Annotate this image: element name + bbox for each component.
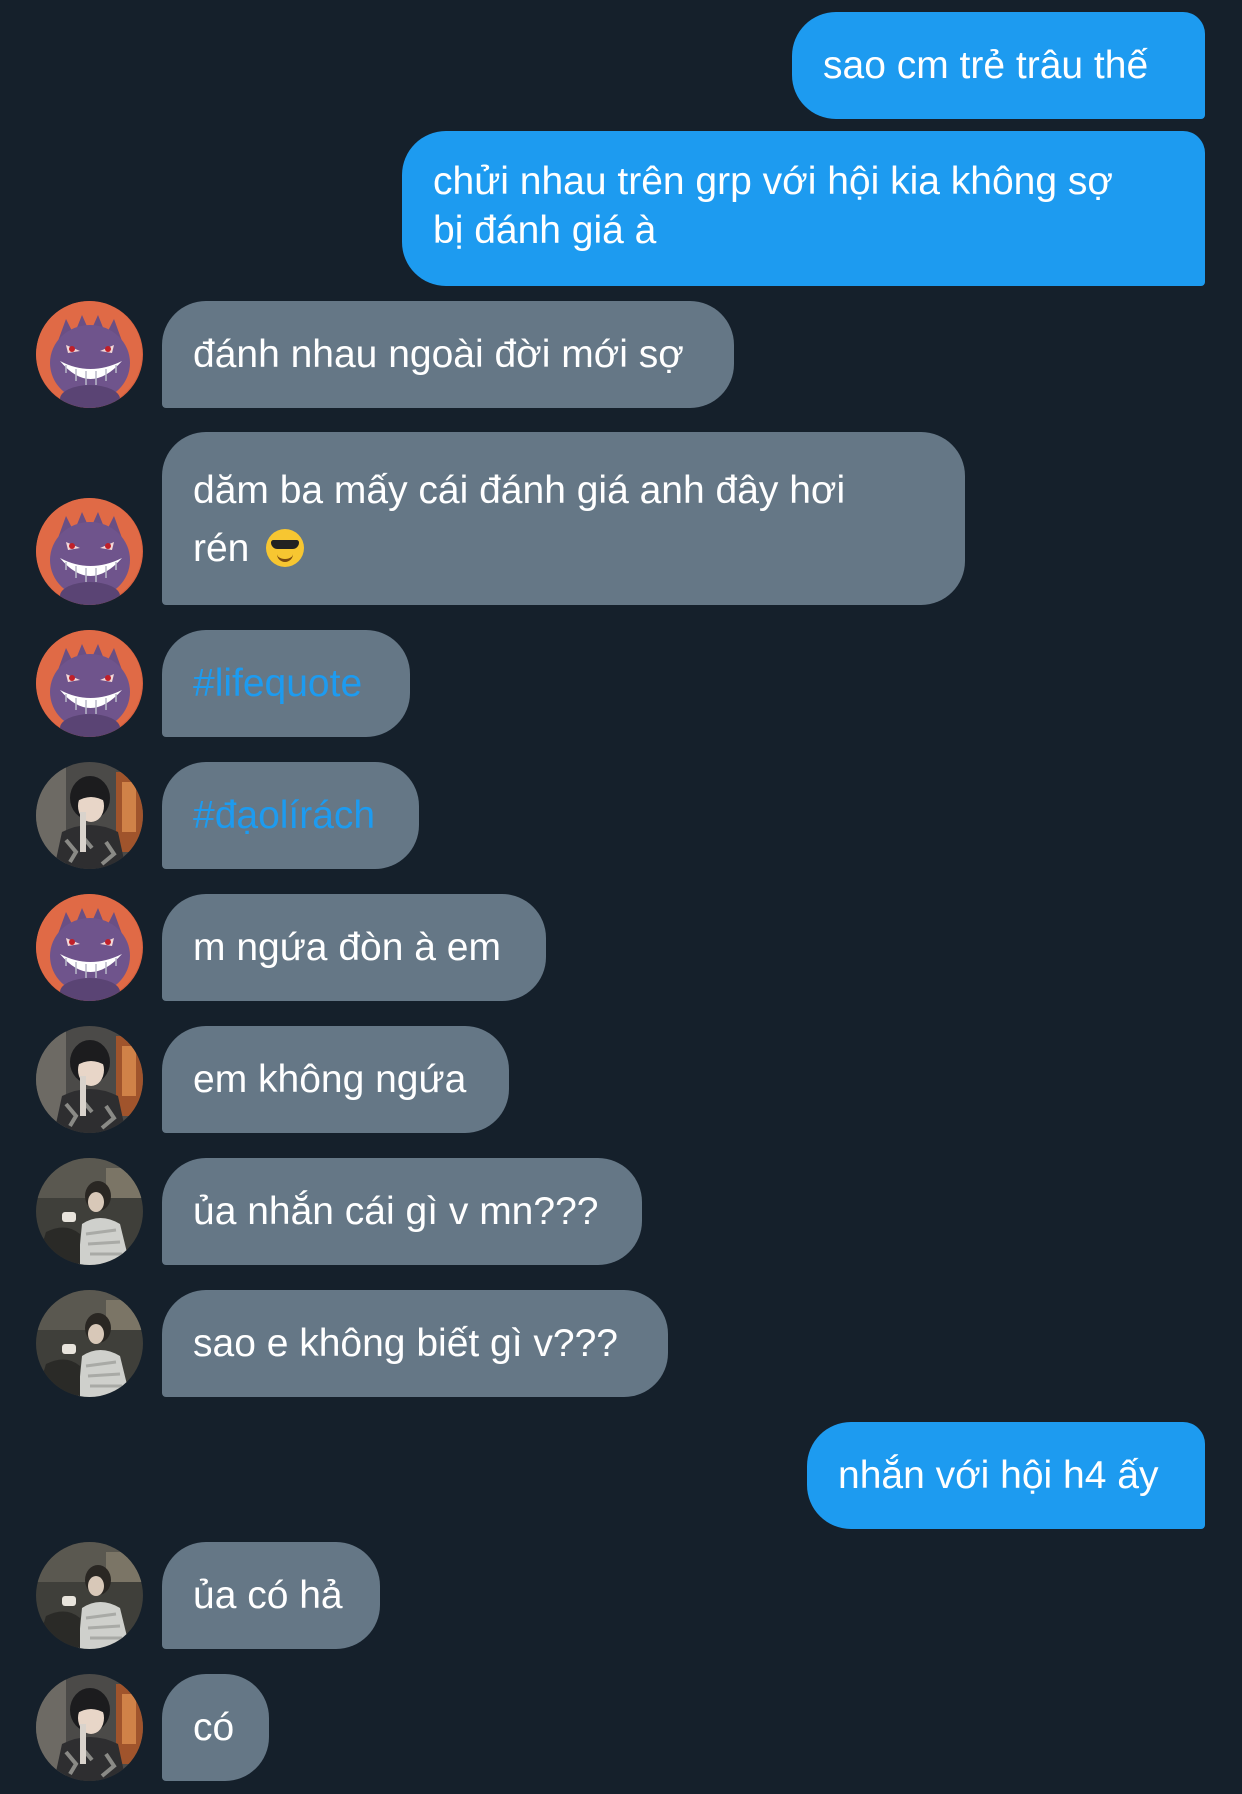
boy-photo-avatar[interactable] bbox=[36, 1674, 143, 1781]
received-message-bubble[interactable]: ủa có hả bbox=[162, 1542, 380, 1649]
received-message-bubble[interactable]: ủa nhắn cái gì v mn??? bbox=[162, 1158, 642, 1265]
received-message-bubble[interactable]: dăm ba mấy cái đánh giá anh đây hơi rén bbox=[162, 432, 965, 605]
sent-message-bubble[interactable]: sao cm trẻ trâu thế bbox=[792, 12, 1205, 119]
received-message-bubble[interactable]: có bbox=[162, 1674, 269, 1781]
gengar-avatar[interactable] bbox=[36, 301, 143, 408]
person-photo-avatar[interactable] bbox=[36, 1290, 143, 1397]
message-text: ủa nhắn cái gì v mn??? bbox=[193, 1190, 599, 1233]
gengar-avatar[interactable] bbox=[36, 894, 143, 1001]
sent-message-bubble[interactable]: chửi nhau trên grp với hội kia không sợ … bbox=[402, 131, 1205, 286]
received-message-bubble[interactable]: #lifequote bbox=[162, 630, 410, 737]
message-content: dăm ba mấy cái đánh giá anh đây hơi rén bbox=[193, 462, 893, 578]
gengar-avatar[interactable] bbox=[36, 630, 143, 737]
received-message-bubble[interactable]: #đạolírách bbox=[162, 762, 419, 869]
received-message-bubble[interactable]: đánh nhau ngoài đời mới sợ bbox=[162, 301, 734, 408]
message-thread: sao cm trẻ trâu thế chửi nhau trên grp v… bbox=[0, 0, 1242, 1794]
boy-photo-avatar[interactable] bbox=[36, 762, 143, 869]
hashtag-link[interactable]: #lifequote bbox=[193, 659, 362, 708]
message-text: nhắn với hội h4 ấy bbox=[838, 1454, 1159, 1497]
message-text: ủa có hả bbox=[193, 1574, 343, 1617]
message-text: em không ngứa bbox=[193, 1058, 467, 1101]
hashtag-link[interactable]: #đạolírách bbox=[193, 791, 375, 840]
message-text: chửi nhau trên grp với hội kia không sợ … bbox=[433, 160, 1113, 252]
received-message-bubble[interactable]: sao e không biết gì v??? bbox=[162, 1290, 668, 1397]
message-text: sao e không biết gì v??? bbox=[193, 1322, 618, 1365]
sunglasses-emoji-icon bbox=[266, 529, 305, 567]
received-message-bubble[interactable]: em không ngứa bbox=[162, 1026, 509, 1133]
boy-photo-avatar[interactable] bbox=[36, 1026, 143, 1133]
person-photo-avatar[interactable] bbox=[36, 1542, 143, 1649]
sent-message-bubble[interactable]: nhắn với hội h4 ấy bbox=[807, 1422, 1205, 1529]
message-text: sao cm trẻ trâu thế bbox=[823, 44, 1149, 87]
message-text: có bbox=[193, 1706, 235, 1749]
message-text: đánh nhau ngoài đời mới sợ bbox=[193, 333, 684, 376]
gengar-avatar[interactable] bbox=[36, 498, 143, 605]
message-text: m ngứa đòn à em bbox=[193, 926, 501, 969]
received-message-bubble[interactable]: m ngứa đòn à em bbox=[162, 894, 546, 1001]
person-photo-avatar[interactable] bbox=[36, 1158, 143, 1265]
